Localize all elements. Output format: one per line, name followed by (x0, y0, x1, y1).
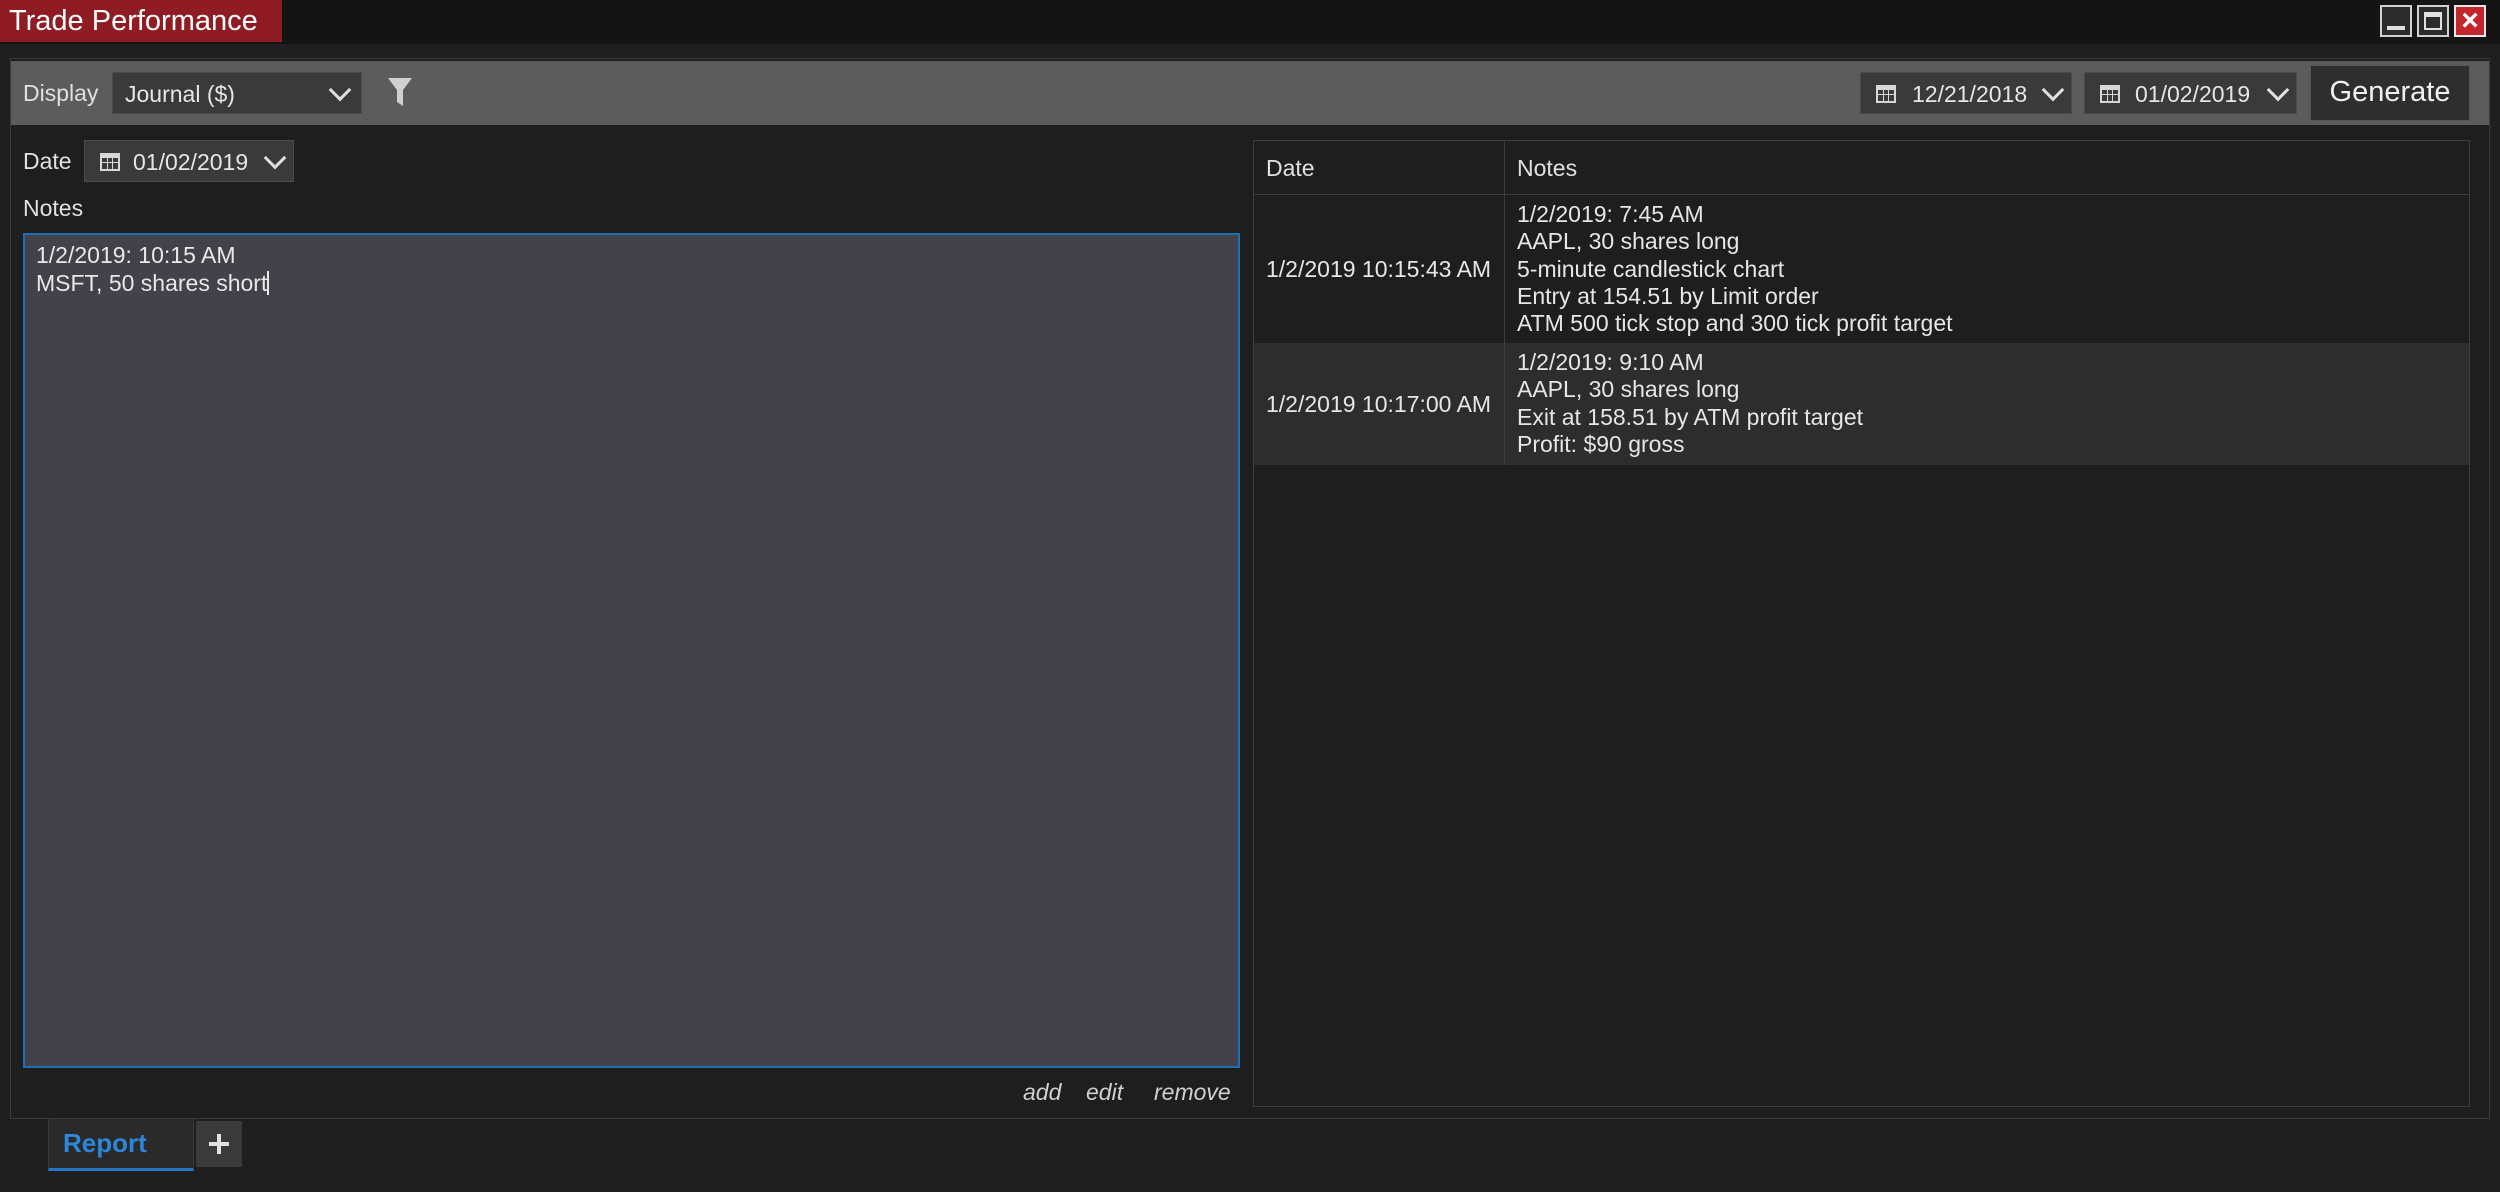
chevron-down-icon (328, 78, 352, 102)
row-note-line: 5-minute candlestick chart (1517, 255, 1785, 282)
text-caret (267, 271, 270, 295)
end-date-value: 01/02/2019 (2135, 81, 2251, 107)
row-notes: 1/2/2019: 9:10 AM AAPL, 30 shares long E… (1504, 343, 2469, 465)
table-row-selected[interactable]: 1/2/2019 10:17:00 AM 1/2/2019: 9:10 AM A… (1254, 343, 2469, 465)
row-note-line: Exit at 158.51 by ATM profit target (1517, 403, 1864, 430)
row-note-line: 1/2/2019: 9:10 AM (1517, 349, 1704, 375)
minimize-icon[interactable] (2380, 5, 2412, 37)
journal-date-label: Date (23, 148, 72, 174)
chevron-down-icon (2266, 78, 2290, 102)
row-note-line: AAPL, 30 shares long (1517, 228, 1740, 255)
journal-table: Date Notes 1/2/2019 10:15:43 AM 1/2/2019… (1253, 140, 2470, 1107)
start-date-value: 12/21/2018 (1912, 81, 2028, 107)
tab-report[interactable]: Report (48, 1119, 194, 1171)
maximize-icon[interactable] (2417, 5, 2449, 37)
row-date: 1/2/2019 10:15:43 AM (1266, 255, 1492, 282)
filter-icon[interactable] (388, 78, 412, 108)
row-note-line: Profit: $90 gross (1517, 430, 1685, 457)
calendar-icon (100, 153, 120, 171)
add-tab-icon[interactable] (196, 1121, 242, 1167)
close-icon[interactable]: × (2454, 5, 2486, 37)
display-select[interactable]: Journal ($) (112, 72, 362, 114)
journal-date-picker[interactable]: 01/02/2019 (84, 140, 294, 182)
row-date: 1/2/2019 10:17:00 AM (1266, 390, 1492, 417)
notes-textarea[interactable]: 1/2/2019: 10:15 AM MSFT, 50 shares short (23, 233, 1240, 1068)
row-note-line: ATM 500 tick stop and 300 tick profit ta… (1517, 310, 1953, 337)
calendar-icon (2100, 85, 2120, 103)
generate-button[interactable]: Generate (2310, 65, 2470, 121)
journal-notes-label: Notes (23, 195, 84, 221)
row-note-line: 1/2/2019: 7:45 AM (1517, 201, 1704, 227)
remove-note-button[interactable]: remove (1154, 1079, 1231, 1106)
window-title: Trade Performance (0, 0, 282, 42)
row-note-line: AAPL, 30 shares long (1517, 376, 1740, 403)
notes-line-with-caret: MSFT, 50 shares short (36, 269, 1227, 297)
edit-note-button[interactable]: edit (1086, 1079, 1123, 1106)
calendar-icon (1876, 85, 1896, 103)
notes-line: MSFT, 50 shares short (36, 270, 268, 296)
title-bar: Trade Performance × (0, 0, 2500, 44)
chevron-down-icon (263, 146, 287, 170)
notes-line: 1/2/2019: 10:15 AM (36, 242, 236, 268)
row-note-line: Entry at 154.51 by Limit order (1517, 282, 1819, 309)
end-date-picker[interactable]: 01/02/2019 (2084, 72, 2297, 114)
column-header-notes[interactable]: Notes (1504, 141, 2469, 195)
table-row[interactable]: 1/2/2019 10:15:43 AM 1/2/2019: 7:45 AM A… (1254, 195, 2469, 343)
row-notes: 1/2/2019: 7:45 AM AAPL, 30 shares long 5… (1504, 195, 2469, 343)
column-header-date[interactable]: Date (1254, 141, 1504, 195)
display-select-value: Journal ($) (125, 81, 235, 107)
display-label: Display (23, 80, 99, 106)
start-date-picker[interactable]: 12/21/2018 (1860, 72, 2072, 114)
chevron-down-icon (2041, 78, 2065, 102)
add-note-button[interactable]: add (1023, 1079, 1061, 1106)
journal-date-value: 01/02/2019 (133, 149, 249, 175)
